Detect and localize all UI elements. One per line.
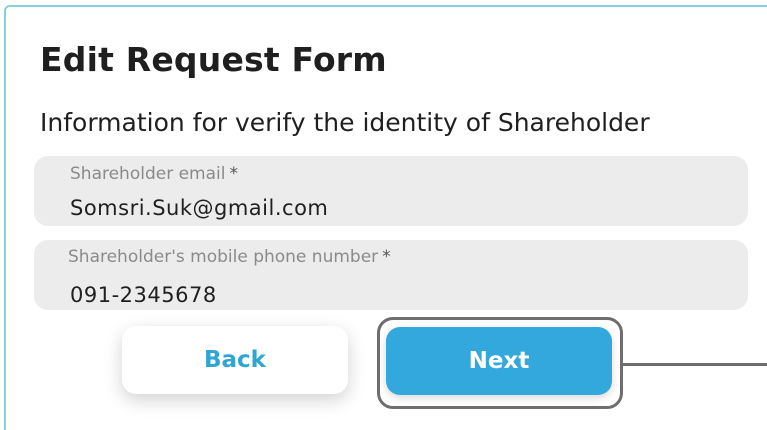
page-title: Edit Request Form bbox=[40, 40, 387, 79]
back-button[interactable]: Back bbox=[122, 326, 348, 394]
phone-field[interactable]: Shareholder's mobile phone number * 091-2… bbox=[34, 240, 748, 310]
next-button[interactable]: Next bbox=[386, 327, 612, 395]
required-marker: * bbox=[229, 164, 238, 184]
phone-field-value[interactable]: 091-2345678 bbox=[70, 283, 217, 307]
email-field[interactable]: Shareholder email * Somsri.Suk@gmail.com bbox=[34, 156, 748, 226]
section-subtitle: Information for verify the identity of S… bbox=[40, 108, 650, 137]
phone-field-label: Shareholder's mobile phone number * bbox=[68, 247, 391, 267]
annotation-connector-line bbox=[623, 363, 767, 366]
required-marker: * bbox=[382, 247, 391, 267]
email-field-value[interactable]: Somsri.Suk@gmail.com bbox=[70, 196, 328, 220]
email-field-label: Shareholder email * bbox=[70, 164, 238, 184]
